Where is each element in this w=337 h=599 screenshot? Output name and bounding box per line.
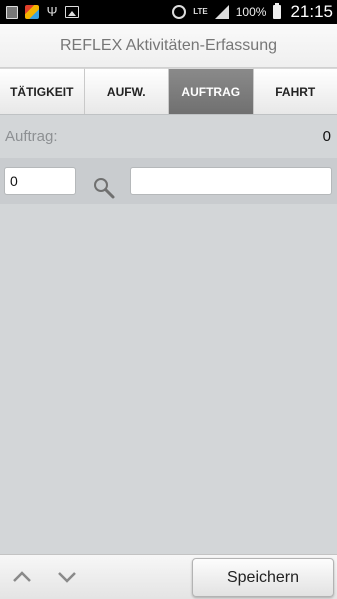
app-title-bar: REFLEX Aktivitäten-Erfassung bbox=[0, 24, 337, 68]
signal-icon bbox=[214, 5, 229, 19]
status-bar: Ψ LTE 100% 21:15 bbox=[0, 0, 337, 24]
tab-aufwand[interactable]: AUFW. bbox=[84, 68, 169, 114]
save-button[interactable]: Speichern bbox=[192, 558, 334, 597]
battery-percent: 100% bbox=[235, 5, 267, 19]
search-row bbox=[0, 158, 337, 204]
app-notification-icon bbox=[25, 5, 39, 19]
chevron-up-icon[interactable] bbox=[11, 567, 33, 587]
lte-indicator: LTE bbox=[193, 7, 208, 16]
tab-fahrt[interactable]: FAHRT bbox=[253, 68, 337, 114]
status-bar-notifications: Ψ bbox=[6, 5, 79, 19]
alarm-icon bbox=[172, 5, 187, 19]
auftrag-number-input[interactable] bbox=[4, 167, 76, 195]
chevron-down-icon[interactable] bbox=[56, 567, 78, 587]
search-icon[interactable] bbox=[92, 176, 116, 200]
status-bar-system: LTE 100% 21:15 bbox=[172, 2, 333, 22]
auftrag-label: Auftrag: bbox=[5, 127, 58, 145]
bottom-bar: Speichern bbox=[0, 554, 337, 599]
tab-taetigkeit[interactable]: TÄTIGKEIT bbox=[0, 68, 85, 114]
clock: 21:15 bbox=[290, 2, 333, 21]
auftrag-text-input[interactable] bbox=[130, 167, 332, 195]
tab-bar: TÄTIGKEIT AUFW. AUFTRAG FAHRT bbox=[0, 68, 337, 115]
content-area bbox=[0, 204, 337, 554]
app-title: REFLEX Aktivitäten-Erfassung bbox=[60, 36, 277, 54]
battery-icon bbox=[273, 3, 282, 19]
usb-icon: Ψ bbox=[46, 4, 58, 19]
auftrag-value: 0 bbox=[322, 127, 331, 145]
image-icon bbox=[65, 6, 79, 18]
tab-auftrag[interactable]: AUFTRAG bbox=[169, 68, 254, 114]
notification-icon bbox=[6, 5, 18, 19]
auftrag-info-row: Auftrag: 0 bbox=[0, 122, 337, 150]
